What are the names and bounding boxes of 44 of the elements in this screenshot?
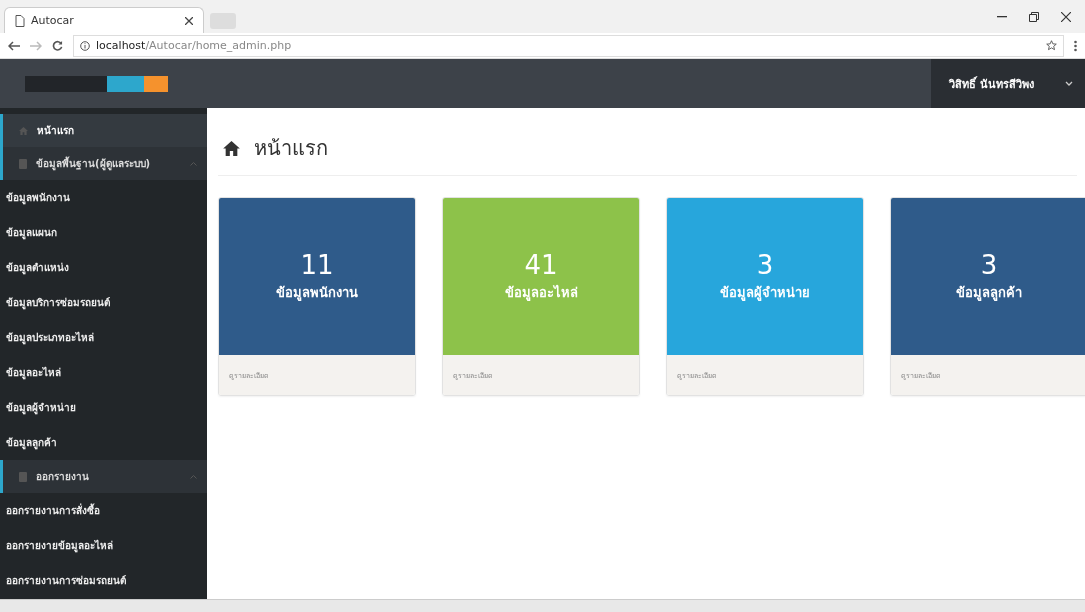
user-menu[interactable]: วิสิทธิ์ นันทรสีวิพง — [931, 59, 1085, 108]
submenu-item[interactable]: ข้อมูลพนักงาน — [0, 180, 207, 215]
document-icon — [19, 471, 27, 482]
menu-group[interactable]: ออกรายงาน — [0, 460, 207, 493]
submenu-item[interactable]: ข้อมูลผู้จำหน่าย — [0, 390, 207, 425]
page-title: หน้าแรก — [254, 135, 328, 162]
menu-item[interactable]: หน้าแรก — [0, 114, 207, 147]
stat-count: 41 — [524, 250, 558, 280]
home-icon — [223, 140, 240, 156]
home-icon — [19, 126, 28, 135]
submenu-item[interactable]: ข้อมูลลูกค้า — [0, 425, 207, 460]
star-icon[interactable] — [1046, 40, 1057, 51]
address-bar[interactable]: localhost/Autocar/home_admin.php — [73, 34, 1064, 57]
submenu-item[interactable]: ข้อมูลตำแหน่ง — [0, 250, 207, 285]
horizontal-scrollbar[interactable] — [0, 599, 1085, 612]
stat-label: ข้อมูลลูกค้า — [956, 284, 1022, 303]
back-icon[interactable] — [8, 40, 20, 51]
stat-label: ข้อมูลพนักงาน — [276, 284, 358, 303]
document-icon — [19, 158, 27, 169]
menu-group[interactable]: ข้อมูลพื้นฐาน(ผู้ดูแลระบบ) — [0, 147, 207, 180]
chevron-up-icon — [190, 161, 197, 166]
browser-tab[interactable]: Autocar — [4, 7, 204, 33]
chevron-down-icon — [1065, 81, 1073, 86]
reload-icon[interactable] — [52, 40, 63, 51]
stat-label: ข้อมูลผู้จำหน่าย — [720, 284, 810, 303]
submenu-item[interactable]: ออกรายงานการซ่อมรถยนต์ — [0, 563, 207, 598]
submenu-item[interactable]: ออกรายงายข้อมูลอะไหล่ — [0, 528, 207, 563]
submenu-item[interactable]: ข้อมูลบริการซ่อมรถยนต์ — [0, 285, 207, 320]
stat-count: 3 — [756, 250, 774, 280]
stat-count: 11 — [300, 250, 334, 280]
menu-icon[interactable] — [1074, 39, 1077, 52]
minimize-icon[interactable] — [997, 15, 1007, 18]
close-icon[interactable] — [1061, 11, 1071, 22]
submenu-item[interactable]: ออกรายงานการสั่งซื้อ — [0, 493, 207, 528]
submenu-item[interactable]: ข้อมูลแผนก — [0, 215, 207, 250]
chevron-up-icon — [190, 474, 197, 479]
info-icon — [80, 40, 90, 51]
stat-count: 3 — [980, 250, 998, 280]
stat-label: ข้อมูลอะไหล่ — [504, 284, 578, 303]
close-icon[interactable] — [185, 16, 193, 25]
submenu-item[interactable]: ข้อมูลอะไหล่ — [0, 355, 207, 390]
submenu-item[interactable]: ข้อมูลประเภทอะไหล่ — [0, 320, 207, 355]
restore-icon[interactable] — [1029, 11, 1039, 22]
page-icon — [15, 14, 25, 27]
